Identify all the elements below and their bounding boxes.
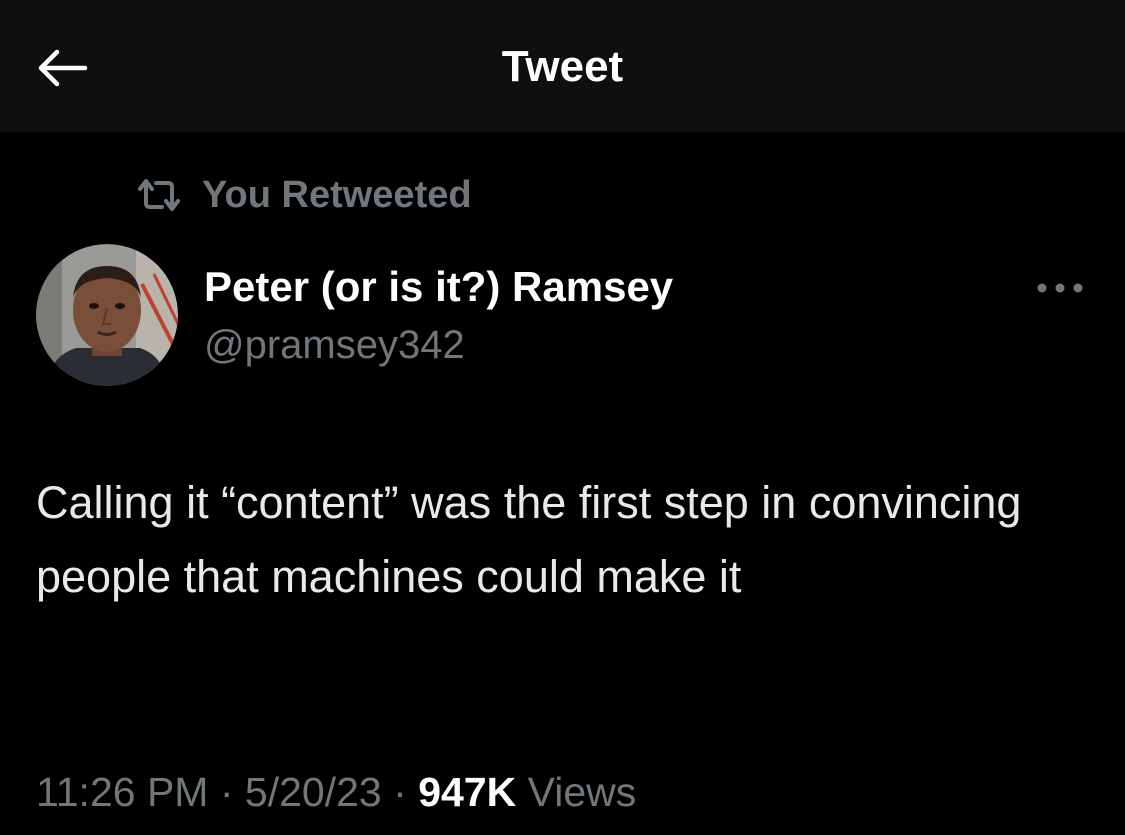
tweet-meta: 11:26 PM · 5/20/23 · 947K Views: [36, 764, 636, 820]
social-context: You Retweeted: [134, 170, 472, 220]
more-options-button[interactable]: [1030, 268, 1090, 308]
retweet-label: You Retweeted: [202, 173, 472, 216]
meta-separator: ·: [219, 769, 234, 815]
views-label[interactable]: Views: [528, 769, 637, 815]
views-count[interactable]: 947K: [418, 769, 516, 815]
tweet-time[interactable]: 11:26 PM: [36, 769, 208, 815]
retweet-icon: [138, 179, 180, 211]
top-bar: Tweet: [0, 0, 1125, 132]
tweet-date[interactable]: 5/20/23: [245, 769, 382, 815]
user-handle[interactable]: @pramsey342: [204, 320, 673, 370]
profile-photo: [36, 244, 178, 386]
tweet-text: Calling it “content” was the first step …: [36, 477, 1022, 602]
author-info: Peter (or is it?) Ramsey @pramsey342: [204, 262, 673, 370]
meta-separator: ·: [393, 769, 407, 815]
display-name[interactable]: Peter (or is it?) Ramsey: [204, 262, 673, 312]
more-horizontal-icon: [1037, 283, 1083, 293]
avatar[interactable]: [36, 244, 178, 386]
page-title: Tweet: [501, 42, 624, 91]
